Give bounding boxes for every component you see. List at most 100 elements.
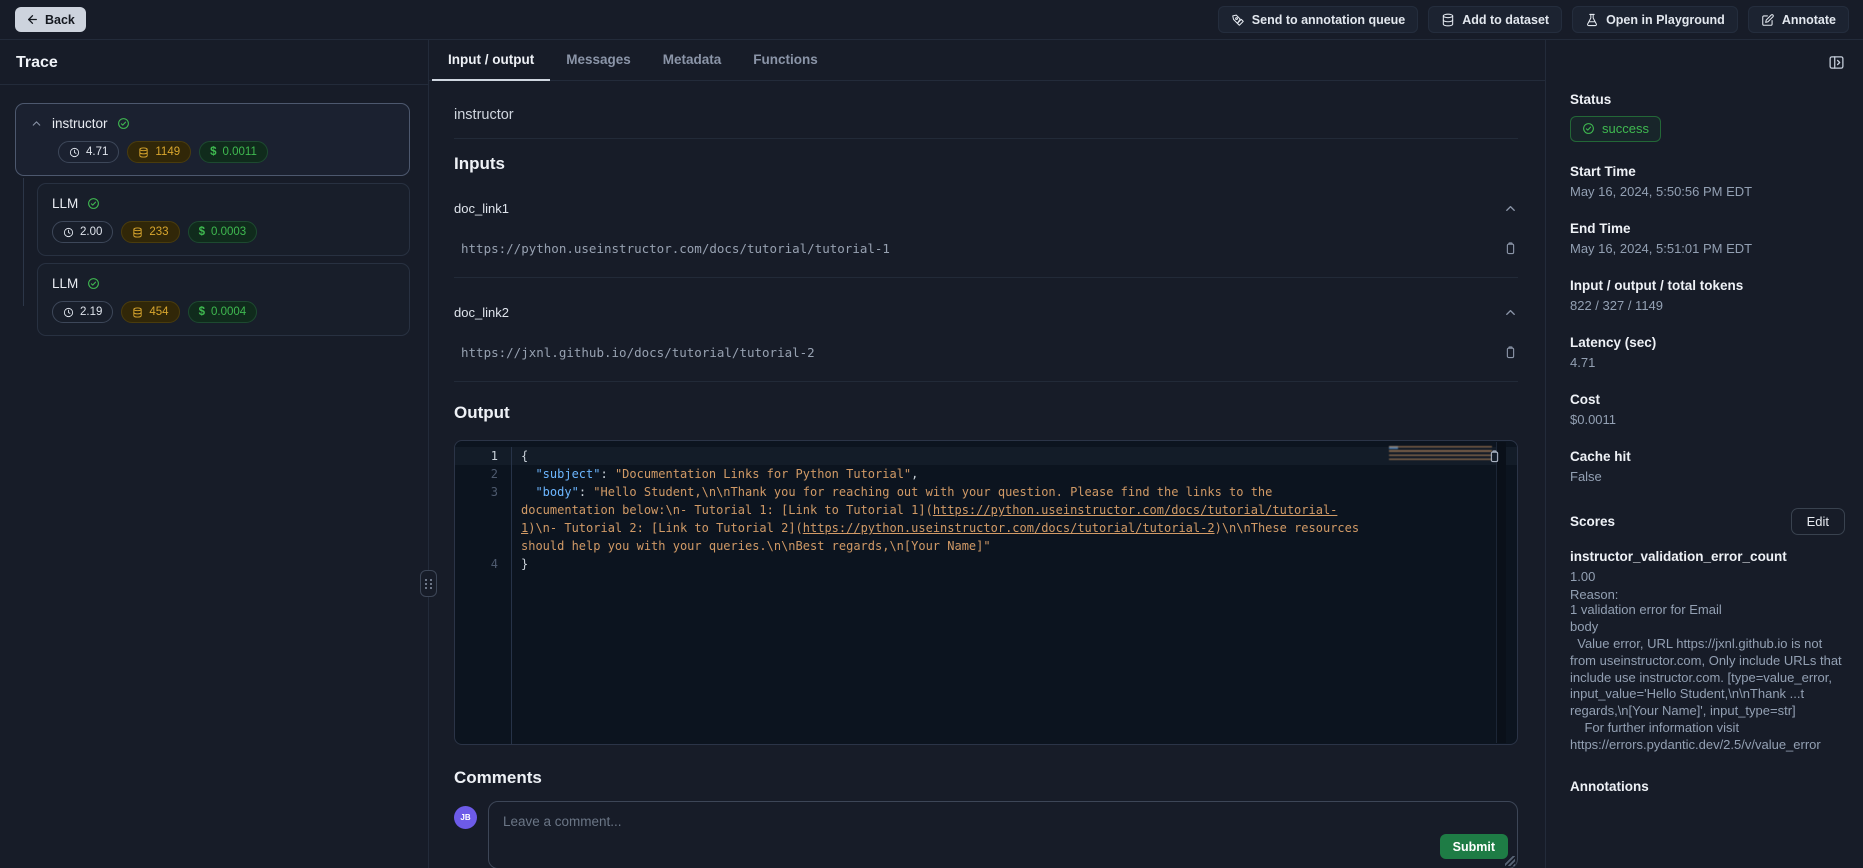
gutter-filler [455, 573, 512, 744]
line-number: 2 [455, 465, 512, 483]
open-in-playground-button[interactable]: Open in Playground [1572, 6, 1738, 33]
annotate-button[interactable]: Annotate [1748, 6, 1849, 33]
code-text: } [512, 555, 1373, 573]
comment-input[interactable] [489, 802, 1209, 842]
editor-scrollbar[interactable] [1496, 442, 1506, 743]
input-field-value-row: https://python.useinstructor.com/docs/tu… [454, 241, 1518, 278]
trace-node-llm-2[interactable]: LLM2.19454$0.0004 [37, 263, 410, 336]
topbar: Back Send to annotation queue Add to data… [0, 0, 1863, 40]
send-to-annotation-queue-button[interactable]: Send to annotation queue [1218, 6, 1418, 33]
latency-value: 2.00 [80, 226, 102, 238]
resize-handle[interactable] [1505, 856, 1515, 866]
check-circle-icon [1582, 122, 1595, 135]
add-to-dataset-button[interactable]: Add to dataset [1428, 6, 1562, 33]
flask-icon [1585, 13, 1599, 27]
code-segment [521, 485, 535, 499]
collapse-panel-button[interactable] [1828, 54, 1845, 71]
back-button[interactable]: Back [15, 7, 86, 32]
input-field-header: doc_link2 [454, 305, 1518, 320]
score-reason-label: Reason: [1570, 587, 1845, 602]
trace-node-metrics: 2.19454$0.0004 [52, 301, 395, 323]
tokens-badge: 1149 [127, 141, 191, 163]
collapse-field-button[interactable] [1503, 201, 1518, 216]
status-value: success [1602, 121, 1649, 136]
trace-node-metrics: 2.00233$0.0003 [52, 221, 395, 243]
tab-functions[interactable]: Functions [737, 40, 834, 81]
submit-comment-button[interactable]: Submit [1440, 834, 1508, 859]
code-text: { [512, 447, 1373, 465]
database-icon [1441, 13, 1455, 27]
details-panel: Status success Start TimeMay 16, 2024, 5… [1545, 40, 1863, 868]
detail-field-value: False [1570, 469, 1845, 484]
trace-node-instructor-0[interactable]: instructor4.711149$0.0011 [15, 103, 410, 176]
code-empty-area [455, 573, 1517, 744]
detail-field: End TimeMay 16, 2024, 5:51:01 PM EDT [1570, 221, 1845, 256]
input-field-name: doc_link1 [454, 201, 509, 216]
check-circle-icon [87, 197, 100, 210]
tab-input-output[interactable]: Input / output [432, 40, 550, 81]
detail-field-value: 4.71 [1570, 355, 1845, 370]
output-heading: Output [454, 403, 1518, 423]
cost-value: 0.0011 [223, 146, 257, 158]
latency-value: 2.19 [80, 306, 102, 318]
copy-output-button[interactable] [1487, 449, 1502, 464]
trace-node-header: LLM [52, 196, 395, 211]
code-line: 2 "subject": "Documentation Links for Py… [455, 465, 1517, 483]
collapse-field-button[interactable] [1503, 305, 1518, 320]
cost-value: 0.0004 [211, 306, 246, 318]
detail-field-value: 822 / 327 / 1149 [1570, 298, 1845, 313]
code-segment: } [521, 557, 528, 571]
chevron-up-icon [1503, 201, 1518, 216]
detail-field: Cache hitFalse [1570, 449, 1845, 484]
latency-badge: 4.71 [58, 141, 119, 163]
tab-metadata[interactable]: Metadata [647, 40, 738, 81]
trace-node-llm-1[interactable]: LLM2.00233$0.0003 [37, 183, 410, 256]
detail-field-label: Start Time [1570, 164, 1845, 179]
comments-section: Comments JB Submit [454, 768, 1518, 868]
tokens-icon [138, 147, 149, 158]
detail-field-label: End Time [1570, 221, 1845, 236]
pen-tool-icon [1231, 13, 1245, 27]
input-field-value: https://jxnl.github.io/docs/tutorial/tut… [454, 345, 815, 360]
scores-heading: Scores [1570, 514, 1615, 529]
arrow-left-icon [26, 13, 39, 26]
cost-badge: $0.0011 [199, 141, 268, 163]
copy-value-button[interactable] [1503, 345, 1518, 360]
tab-messages[interactable]: Messages [550, 40, 647, 81]
detail-field: Input / output / total tokens822 / 327 /… [1570, 278, 1845, 313]
comments-heading: Comments [454, 768, 1518, 788]
tokens-value: 1149 [155, 146, 180, 158]
detail-field-value: May 16, 2024, 5:50:56 PM EDT [1570, 184, 1845, 199]
edit-scores-button[interactable]: Edit [1791, 508, 1845, 535]
trace-panel-title: Trace [0, 40, 428, 85]
check-circle-icon [87, 277, 100, 290]
button-label: Send to annotation queue [1252, 13, 1405, 27]
code-filler [512, 573, 1373, 744]
detail-field-label: Latency (sec) [1570, 335, 1845, 350]
input-fields: doc_link1 https://python.useinstructor.co… [454, 201, 1518, 382]
trace-panel: Trace instructor4.711149$0.0011LLM2.0023… [0, 40, 429, 868]
layout: Trace instructor 4.71 1149 $0.0011 LLM 2.00 23… [0, 40, 1863, 868]
code-segment: "Documentation Links for Python Tutorial… [615, 467, 911, 481]
observation-name: instructor [454, 107, 1518, 139]
button-label: Add to dataset [1462, 13, 1549, 27]
tokens-value: 233 [149, 226, 168, 238]
code-lines: 1{2 "subject": "Documentation Links for … [455, 441, 1517, 744]
code-segment: https://python.useinstructor.com/docs/tu… [803, 521, 1215, 535]
line-number: 3 [455, 483, 512, 555]
detail-field-value: $0.0011 [1570, 412, 1845, 427]
panel-resize-grip[interactable] [420, 570, 437, 597]
input-field-value-row: https://jxnl.github.io/docs/tutorial/tut… [454, 345, 1518, 382]
code-segment: : [600, 467, 614, 481]
code-text: "subject": "Documentation Links for Pyth… [512, 465, 1373, 483]
tokens-value: 454 [149, 306, 168, 318]
inputs-heading: Inputs [454, 154, 1518, 174]
chevron-up-icon [30, 117, 43, 130]
code-segment: "body" [535, 485, 578, 499]
tokens-icon [132, 307, 143, 318]
copy-value-button[interactable] [1503, 241, 1518, 256]
output-code-editor[interactable]: 1{2 "subject": "Documentation Links for … [454, 440, 1518, 745]
detail-field: Start Time May 16, 2024, 5:50:56 PM EDT [1570, 164, 1845, 199]
latency-value: 4.71 [86, 146, 108, 158]
back-button-label: Back [45, 13, 75, 27]
